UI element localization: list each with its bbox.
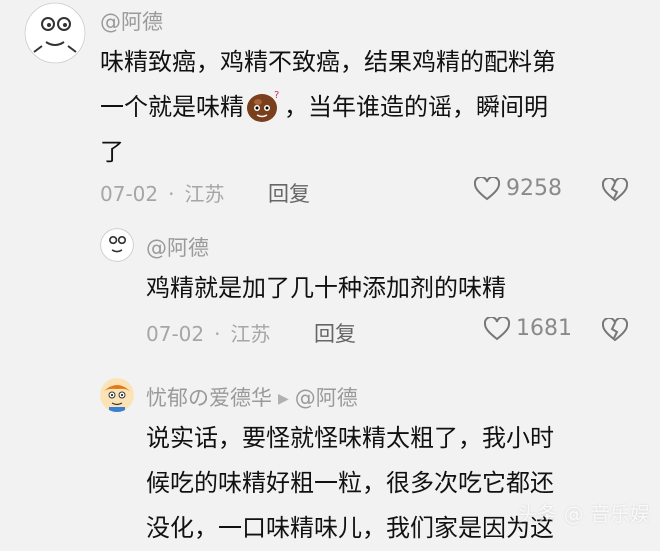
comment-location: 江苏 bbox=[184, 182, 225, 206]
comment-1: @阿德 味精致癌，鸡精不致癌，结果鸡精的配料第 一个就是味精 ? ，当年谁造的谣… bbox=[0, 0, 660, 220]
comment-line: 了 bbox=[100, 138, 124, 166]
reply-button[interactable]: 回复 bbox=[268, 178, 310, 208]
heart-icon bbox=[484, 316, 510, 340]
like-button[interactable]: 1681 bbox=[484, 316, 572, 341]
comment-text: 鸡精就是加了几十种添加剂的味精 bbox=[146, 266, 626, 311]
comment-2: @阿德 鸡精就是加了几十种添加剂的味精 07-02 · 江苏 回复 1681 bbox=[0, 220, 660, 360]
avatar[interactable] bbox=[100, 378, 134, 412]
like-count: 1681 bbox=[516, 316, 572, 341]
comment-line-part: 一个就是味精 bbox=[100, 93, 244, 121]
like-count: 9258 bbox=[506, 176, 562, 201]
comment-username: 忧郁の爱德华 ▶ @阿德 bbox=[146, 382, 358, 412]
comment-username[interactable]: @阿德 bbox=[100, 6, 163, 36]
comment-location: 江苏 bbox=[230, 322, 271, 346]
reply-button[interactable]: 回复 bbox=[314, 318, 356, 348]
comment-text: 味精致癌，鸡精不致癌，结果鸡精的配料第 一个就是味精 ? ，当年谁造的谣，瞬间明… bbox=[100, 40, 640, 175]
separator-dot: · bbox=[168, 182, 175, 206]
avatar[interactable] bbox=[24, 2, 86, 64]
comment-line: 鸡精就是加了几十种添加剂的味精 bbox=[146, 274, 506, 302]
broken-heart-icon bbox=[601, 176, 629, 202]
dislike-button[interactable] bbox=[601, 316, 629, 346]
svg-text:?: ? bbox=[274, 90, 279, 101]
watermark: 头条 @ 音乐娱 bbox=[517, 502, 650, 526]
avatar[interactable] bbox=[100, 228, 134, 262]
thinking-chestnut-emoji-icon: ? bbox=[246, 89, 282, 123]
comment-meta: 07-02 · 江苏 bbox=[146, 318, 270, 347]
reply-to-link[interactable]: @阿德 bbox=[295, 386, 358, 410]
comment-line: 一个就是味精 ? ，当年谁造的谣，瞬间明 bbox=[100, 85, 640, 130]
comment-line: 说实话，要怪就怪味精太粗了，我小时 bbox=[146, 424, 554, 452]
broken-heart-icon bbox=[601, 316, 629, 342]
comment-date: 07-02 bbox=[146, 322, 205, 346]
comment-username[interactable]: @阿德 bbox=[146, 232, 209, 262]
heart-icon bbox=[474, 176, 500, 200]
comment-meta: 07-02 · 江苏 bbox=[100, 178, 224, 207]
comment-date: 07-02 bbox=[100, 182, 159, 206]
reply-arrow-icon: ▶ bbox=[278, 391, 289, 407]
comment-line: 味精致癌，鸡精不致癌，结果鸡精的配料第 bbox=[100, 48, 556, 76]
dislike-button[interactable] bbox=[601, 176, 629, 206]
separator-dot: · bbox=[214, 322, 221, 346]
like-button[interactable]: 9258 bbox=[474, 176, 562, 201]
username-link[interactable]: 忧郁の爱德华 bbox=[146, 386, 272, 410]
comment-line-part: ，当年谁造的谣，瞬间明 bbox=[284, 93, 548, 121]
